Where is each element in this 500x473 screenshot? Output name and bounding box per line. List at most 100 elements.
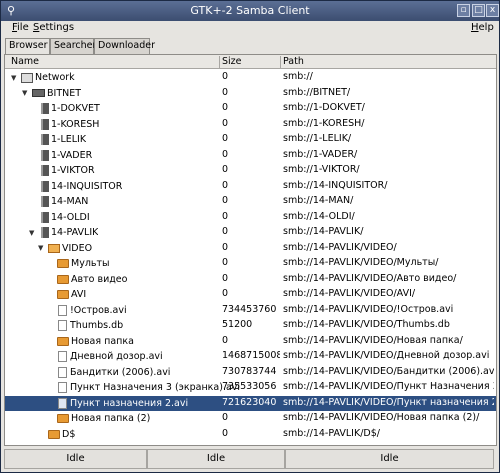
- tree-row[interactable]: 14-OLDI 0 smb://14-OLDI/: [5, 210, 496, 226]
- row-size: 0: [222, 210, 229, 222]
- menu-help[interactable]: Help: [471, 22, 494, 33]
- tree-row-selected[interactable]: Пункт назначения 2.avi 721623040 smb://14-…: [5, 395, 496, 411]
- tree-row[interactable]: 14-MAN 0 smb://14-MAN/: [5, 194, 496, 210]
- tree-row[interactable]: ▼ 14-PAVLIK 0 smb://14-PAVLIK/: [5, 225, 496, 241]
- row-name: VIDEO: [62, 242, 93, 254]
- network-icon: [21, 72, 33, 83]
- column-header-name[interactable]: Name: [11, 56, 39, 67]
- file-icon: [58, 397, 67, 409]
- row-path: smb://14-INQUISITOR/: [283, 179, 388, 191]
- row-name: 1-VIKTOR: [51, 165, 95, 176]
- window-title: GTK+-2 Samba Client: [190, 4, 310, 17]
- row-size: 734453760: [222, 303, 277, 315]
- folder-icon: [57, 290, 69, 299]
- menu-settings[interactable]: Settings: [33, 22, 74, 33]
- row-name: AVI: [71, 289, 87, 300]
- column-separator[interactable]: [219, 56, 220, 68]
- tree-row[interactable]: !Остров.avi 734453760 smb://14-PAVLIK/VIDE…: [5, 303, 496, 319]
- row-name: 1-KORESH: [51, 118, 100, 130]
- computer-icon: [41, 134, 49, 145]
- tree-row[interactable]: Мульты 0 smb://14-PAVLIK/VIDEO/Мульты/: [5, 256, 496, 272]
- row-size: 0: [222, 195, 229, 206]
- row-name: Бандитки (2006).avi: [70, 366, 171, 378]
- title-bar[interactable]: ⚲ GTK+-2 Samba Client ▫ □ x: [1, 1, 499, 21]
- row-path: smb://14-PAVLIK/VIDEO/: [283, 241, 397, 253]
- menu-help-label: elp: [478, 22, 494, 33]
- tab-downloader[interactable]: Downloader: [94, 38, 155, 54]
- tree-row[interactable]: Пункт Назначения 3 (экранка).avi 73553305…: [5, 380, 496, 396]
- tree-row[interactable]: 1-KORESH 0 smb://1-KORESH/: [5, 117, 496, 133]
- row-name: Пункт назначения 2.avi: [70, 397, 189, 409]
- file-icon: [58, 351, 67, 362]
- tree-row[interactable]: ▼ BITNET 0 smb://BITNET/: [5, 86, 496, 102]
- row-size: 0: [222, 133, 229, 144]
- app-window: ⚲ GTK+-2 Samba Client ▫ □ x File Setting…: [0, 0, 500, 473]
- tree-row[interactable]: 1-VIKTOR 0 smb://1-VIKTOR/: [5, 163, 496, 179]
- status-segment: Idle: [4, 449, 147, 469]
- row-size: 0: [222, 427, 229, 439]
- close-button[interactable]: x: [486, 4, 499, 17]
- row-path: smb://14-PAVLIK/VIDEO/!Остров.avi: [283, 303, 454, 315]
- tab-searcher[interactable]: Searcher: [50, 38, 96, 54]
- row-name: Пункт Назначения 3 (экранка).avi: [70, 382, 241, 393]
- file-icon: [58, 366, 67, 378]
- menu-file[interactable]: File: [12, 22, 29, 33]
- tab-browser[interactable]: Browser: [5, 38, 50, 54]
- folder-open-icon: [48, 243, 60, 253]
- row-name: Дневной дозор.avi: [70, 351, 163, 362]
- row-size: 721623040: [222, 396, 277, 408]
- tree-row[interactable]: Дневной дозор.avi 1468715008 smb://14-PAVL…: [5, 349, 496, 365]
- maximize-button[interactable]: □: [472, 4, 485, 17]
- column-header-size[interactable]: Size: [222, 56, 242, 67]
- computer-icon: [41, 227, 49, 238]
- row-name: D$: [62, 428, 76, 440]
- row-path: smb://14-PAVLIK/D$/: [283, 427, 380, 439]
- computer-icon: [41, 211, 49, 223]
- row-size: 0: [222, 272, 229, 284]
- tree-row[interactable]: AVI 0 smb://14-PAVLIK/VIDEO/AVI/: [5, 287, 496, 303]
- row-size: 0: [222, 86, 229, 98]
- tree-row[interactable]: 1-VADER 0 smb://1-VADER/: [5, 148, 496, 164]
- menu-bar: File Settings Help: [1, 21, 499, 37]
- tree-row[interactable]: ▼ Network 0 smb://: [5, 70, 496, 86]
- folder-icon: [57, 414, 69, 423]
- row-name: 1-LELIK: [51, 134, 87, 145]
- collapse-arrow-icon[interactable]: ▼: [11, 74, 20, 82]
- row-name: Авто видео: [71, 273, 128, 285]
- row-path: smb://14-PAVLIK/VIDEO/Авто видео/: [283, 272, 457, 284]
- row-name: 14-MAN: [51, 196, 89, 207]
- row-path: smb://14-MAN/: [283, 195, 354, 206]
- row-name: BITNET: [47, 87, 82, 99]
- minimize-button[interactable]: ▫: [457, 4, 470, 17]
- tree-row[interactable]: Бандитки (2006).avi 730783744 smb://14-PAV…: [5, 365, 496, 381]
- workgroup-icon: [32, 89, 45, 97]
- tree-row[interactable]: Авто видео 0 smb://14-PAVLIK/VIDEO/Авто ви…: [5, 272, 496, 288]
- column-separator[interactable]: [280, 56, 281, 68]
- status-segment: Idle: [285, 449, 494, 469]
- collapse-arrow-icon[interactable]: ▼: [29, 229, 38, 237]
- browser-tree-view[interactable]: Name Size Path ▼ Network 0 smb:// ▼ BITNET 0 s…: [4, 54, 497, 446]
- tree-row[interactable]: 14-INQUISITOR 0 smb://14-INQUISITOR/: [5, 179, 496, 195]
- tree-row[interactable]: Новая папка 0 smb://14-PAVLIK/VIDEO/Новая …: [5, 334, 496, 350]
- folder-icon: [48, 429, 60, 439]
- row-name: 14-INQUISITOR: [51, 180, 123, 192]
- tree-row[interactable]: D$ 0 smb://14-PAVLIK/D$/: [5, 427, 496, 443]
- tree-row[interactable]: 1-LELIK 0 smb://1-LELIK/: [5, 132, 496, 148]
- tree-row[interactable]: ▼ VIDEO 0 smb://14-PAVLIK/VIDEO/: [5, 241, 496, 257]
- tree-row[interactable]: Thumbs.db 51200 smb://14-PAVLIK/VIDEO/Thum…: [5, 318, 496, 334]
- collapse-arrow-icon[interactable]: ▼: [22, 89, 31, 97]
- menu-file-label: ile: [17, 22, 29, 33]
- row-size: 0: [222, 164, 229, 175]
- row-name: 14-PAVLIK: [51, 227, 99, 238]
- row-path: smb://14-OLDI/: [283, 210, 355, 222]
- tree-row[interactable]: Новая папка (2) 0 smb://14-PAVLIK/VIDEO/Но…: [5, 411, 496, 427]
- row-size: 0: [222, 288, 229, 299]
- column-header-path[interactable]: Path: [283, 56, 304, 67]
- row-path: smb://14-PAVLIK/VIDEO/Пункт Назначения 3…: [283, 381, 494, 392]
- row-path: smb://14-PAVLIK/VIDEO/AVI/: [283, 288, 416, 299]
- row-name: Новая папка: [71, 335, 134, 347]
- tree-row[interactable]: 1-DOKVET 0 smb://1-DOKVET/: [5, 101, 496, 117]
- row-path: smb://14-PAVLIK/VIDEO/Пункт назначения 2…: [283, 396, 494, 408]
- collapse-arrow-icon[interactable]: ▼: [38, 244, 47, 252]
- row-size: 730783744: [222, 365, 277, 377]
